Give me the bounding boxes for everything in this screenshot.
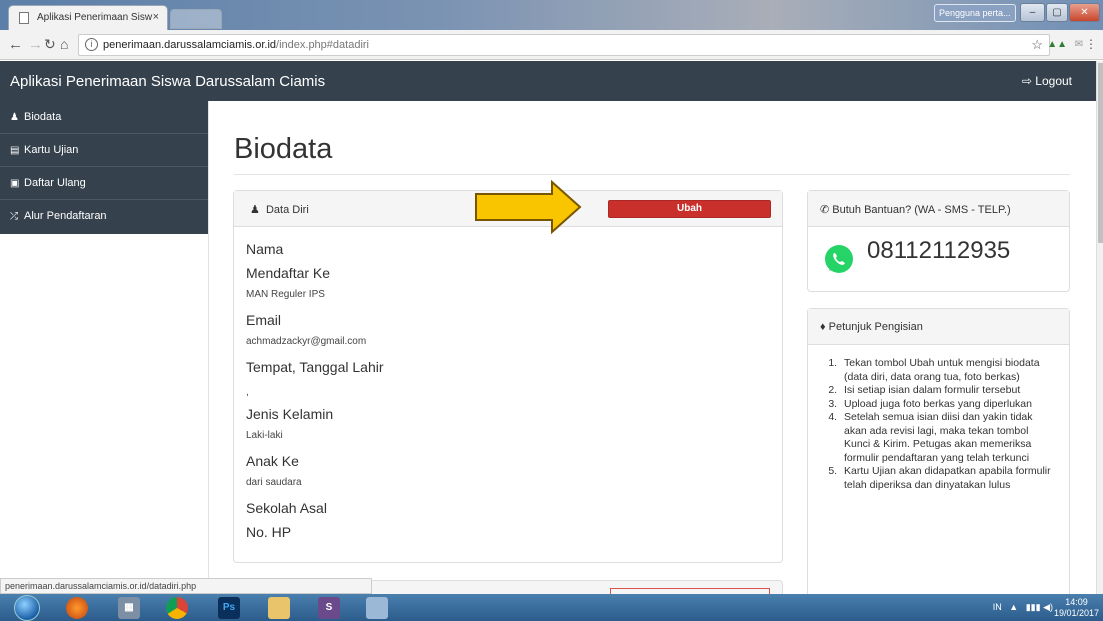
data-diri-body: Nama Mendaftar Ke MAN Reguler IPS Email … [234,227,782,544]
network-icon[interactable]: ▮▮▮ [1026,602,1041,612]
app-s-icon[interactable]: S [318,597,340,619]
list-item: Upload juga foto berkas yang diperlukan [840,398,1055,412]
back-icon[interactable]: ← [8,36,23,53]
paint-icon[interactable] [366,597,388,619]
id-card-icon: ▤ [10,145,20,156]
petunjuk-heading: Petunjuk Pengisian [828,321,923,333]
bookmark-star-icon[interactable]: ☆ [1031,37,1043,53]
page-title: Biodata [234,133,333,165]
petunjuk-header: ♦ Petunjuk Pengisian [808,309,1069,345]
minimize-button[interactable]: – [1020,3,1045,22]
photoshop-icon[interactable]: Ps [218,597,240,619]
list-item: Tekan tombol Ubah untuk mengisi biodata … [840,357,1055,384]
sidebar-item-label: Kartu Ujian [24,144,79,156]
field-label-ttl: Tempat, Tanggal Lahir [246,359,384,375]
help-header: ✆ Butuh Bantuan? (WA - SMS - TELP.) [808,191,1069,227]
folder-icon[interactable] [268,597,290,619]
browser-tab[interactable]: Aplikasi Penerimaan Sisw × [8,5,168,30]
close-window-button[interactable]: ✕ [1069,3,1100,22]
clock-time: 14:09 [1065,597,1088,607]
phone-icon: ✆ [820,204,833,216]
petunjuk-steps: Tekan tombol Ubah untuk mengisi biodata … [808,345,1069,492]
field-value-mendaftar-ke: MAN Reguler IPS [246,289,325,300]
card-icon: ▣ [10,178,20,189]
field-value-ttl: , [246,387,249,398]
logout-link[interactable]: ⇨ Logout [1022,74,1072,88]
browser-toolbar: ← → ↻ ⌂ i penerimaan.darussalamciamis.or… [0,30,1103,60]
clock-date: 19/01/2017 [1053,608,1099,618]
annotation-arrow-icon [475,180,582,234]
ubah-button[interactable]: Ubah [608,200,771,218]
page-scrollbar[interactable] [1096,61,1103,594]
menu-icon[interactable]: ⋮ [1085,37,1097,51]
system-tray[interactable]: IN ▲ ▮▮▮ ◀) [993,602,1053,613]
help-heading: Butuh Bantuan? (WA - SMS - TELP.) [832,204,1011,216]
logout-label: Logout [1035,74,1072,88]
clock[interactable]: 14:09 19/01/2017 [1054,597,1099,619]
firefox-icon[interactable] [66,597,88,619]
sidebar-item-daftar-ulang[interactable]: ▣ Daftar Ulang [0,167,208,200]
sidebar-item-label: Biodata [24,111,62,123]
sidebar-item-alur-pendaftaran[interactable]: ⤮ Alur Pendaftaran [0,200,208,233]
logout-icon: ⇨ [1021,74,1036,88]
field-label-no-hp: No. HP [246,524,292,540]
maximize-button[interactable]: ▢ [1046,3,1068,22]
calculator-icon[interactable]: ▦ [118,597,140,619]
url-host: penerimaan.darussalamciamis.or.id [103,39,277,51]
volume-icon[interactable]: ◀) [1043,602,1053,612]
field-label-nama: Nama [246,241,284,257]
sidebar-item-biodata[interactable]: ♟ Biodata [0,101,208,134]
url-path: /index.php#datadiri [276,39,369,51]
help-phone-number[interactable]: 08112112935 [867,237,1010,265]
extension-icon[interactable]: ▲▲ [1047,39,1067,50]
sidebar-divider [208,101,209,594]
field-label-email: Email [246,312,282,328]
field-label-jenis-kelamin: Jenis Kelamin [246,406,334,422]
title-divider [234,174,1070,175]
field-value-anak-ke: dari saudara [246,477,302,488]
sidebar: ♟ Biodata ▤ Kartu Ujian ▣ Daftar Ulang ⤮ Alu… [0,101,208,234]
bell-icon: ♦ [820,321,829,333]
app-brand[interactable]: Aplikasi Penerimaan Siswa Darussalam Cia… [10,73,325,90]
field-label-anak-ke: Anak Ke [246,453,299,469]
field-label-sekolah-asal: Sekolah Asal [246,500,327,516]
profile-badge[interactable]: Pengguna perta... [934,4,1016,22]
field-value-jenis-kelamin: Laki-laki [246,430,283,441]
list-item: Kartu Ujian akan didapatkan apabila form… [840,465,1055,492]
new-tab-button[interactable] [170,9,222,29]
address-bar[interactable]: i penerimaan.darussalamciamis.or.id/inde… [78,34,1050,56]
reload-icon[interactable]: ↻ [44,36,56,53]
user-icon: ♟ [10,112,19,123]
language-indicator[interactable]: IN [993,602,1002,612]
tab-title: Aplikasi Penerimaan Sisw [37,12,153,23]
sidebar-item-label: Alur Pendaftaran [24,210,107,222]
scrollbar-thumb[interactable] [1098,63,1103,243]
field-label-mendaftar-ke: Mendaftar Ke [246,265,331,281]
whatsapp-icon [825,245,853,273]
top-navbar: Aplikasi Penerimaan Siswa Darussalam Cia… [0,61,1096,101]
sidebar-item-label: Daftar Ulang [24,177,86,189]
document-icon [19,12,29,24]
chrome-icon[interactable] [166,597,188,619]
sidebar-item-kartu-ujian[interactable]: ▤ Kartu Ujian [0,134,208,167]
field-value-email: achmadzackyr@gmail.com [246,336,367,347]
tray-up-icon[interactable]: ▲ [1004,602,1023,612]
petunjuk-panel: ♦ Petunjuk Pengisian Tekan tombol Ubah u… [807,308,1070,594]
browser-status-bar: penerimaan.darussalamciamis.or.id/datadi… [0,578,372,594]
taskbar: ▦ Ps S IN ▲ ▮▮▮ ◀) 14:09 19/01/2017 [0,594,1103,621]
list-item: Setelah semua isian diisi dan yakin tida… [840,411,1055,465]
data-diri-heading: Data Diri [265,204,309,216]
mail-extension-icon[interactable]: ✉ [1075,39,1083,50]
shuffle-icon: ⤮ [10,211,18,222]
data-diri-panel: ♟ Data Diri Ubah Nama Mendaftar Ke MAN R… [233,190,783,563]
home-icon[interactable]: ⌂ [60,36,68,52]
user-icon: ♟ [250,204,266,216]
start-button[interactable] [14,595,40,621]
info-icon[interactable]: i [85,38,98,51]
forward-icon[interactable]: → [28,36,43,53]
list-item: Isi setiap isian dalam formulir tersebut [840,384,1055,398]
browser-tabstrip: Aplikasi Penerimaan Sisw × Pengguna pert… [0,0,1103,30]
tab-close-icon[interactable]: × [153,11,159,23]
